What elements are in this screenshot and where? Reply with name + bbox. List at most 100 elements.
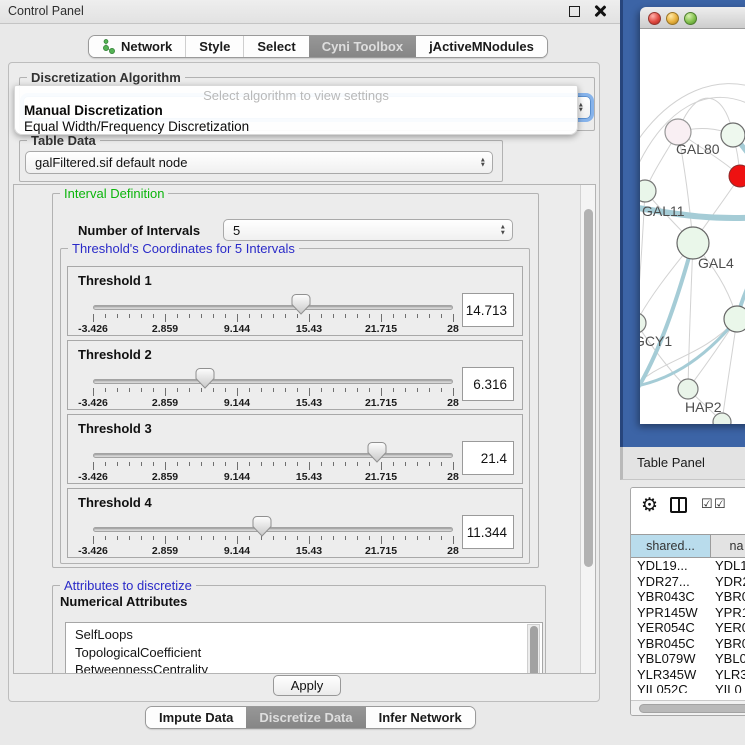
cell-shared-name[interactable]: YBR043C — [631, 589, 710, 605]
cell-name[interactable]: YLR3 — [710, 667, 745, 683]
slider-thumb[interactable] — [253, 516, 272, 537]
slider-track[interactable] — [93, 527, 453, 532]
cell-shared-name[interactable]: YDR27... — [631, 574, 710, 590]
mac-zoom-icon[interactable] — [684, 12, 697, 25]
cell-shared-name[interactable]: YBR045C — [631, 636, 710, 652]
menu-item-manual-discretization[interactable]: Manual Discretization — [15, 103, 577, 119]
threshold-value-field[interactable] — [462, 293, 514, 327]
slider-thumb[interactable] — [291, 294, 310, 315]
table-row[interactable]: YDL19...YDL1 — [631, 558, 745, 574]
panel-scrollbar-thumb[interactable] — [584, 209, 593, 567]
cell-shared-name[interactable]: YBL079W — [631, 651, 710, 667]
mac-minimize-icon[interactable] — [666, 12, 679, 25]
threshold-value-field[interactable] — [462, 441, 514, 475]
slider-track[interactable] — [93, 379, 453, 384]
thresholds-group: Threshold's Coordinates for 5 Intervals … — [60, 248, 530, 564]
list-scrollbar-thumb[interactable] — [530, 626, 538, 674]
attribute-list-item[interactable]: TopologicalCoefficient — [66, 644, 542, 662]
slider-thumb[interactable] — [195, 368, 214, 389]
node-label-gal11: GAL11 — [642, 203, 685, 219]
attribute-list-item[interactable]: SelfLoops — [66, 626, 542, 644]
tab-select[interactable]: Select — [243, 36, 308, 57]
slider-track[interactable] — [93, 305, 453, 310]
cell-name[interactable]: YBR0 — [710, 636, 745, 652]
menu-item-equal-width-frequency[interactable]: Equal Width/Frequency Discretization — [15, 119, 577, 135]
table-hscrollbar-thumb[interactable] — [639, 704, 745, 713]
panel-scrollbar[interactable] — [580, 185, 595, 673]
combo-stepper-icon: ▲▼ — [480, 157, 486, 168]
attribute-list-item[interactable]: BetweennessCentrality — [66, 661, 542, 674]
threshold-slider[interactable]: -3.4262.8599.14415.4321.71528 — [93, 415, 453, 485]
table-row[interactable]: YBL079WYBL0 — [631, 651, 745, 667]
table-row[interactable]: YIL052CYIL0 — [631, 682, 745, 693]
checkbox-icon[interactable]: ☑ — [714, 496, 726, 512]
threshold-value-field[interactable] — [462, 515, 514, 549]
network-window: GAL80 GA C GAL11 GAL4 GCY1 H HAP2 — [640, 7, 745, 424]
float-window-icon[interactable] — [569, 6, 580, 17]
table-data-combobox[interactable]: galFiltered.sif default node ▲▼ — [25, 151, 493, 174]
cell-shared-name[interactable]: YPR145W — [631, 605, 710, 621]
tab-style[interactable]: Style — [185, 36, 243, 57]
slider-tick-label: 2.859 — [152, 397, 178, 409]
threshold-slider[interactable]: -3.4262.8599.14415.4321.71528 — [93, 489, 453, 559]
threshold-slider[interactable]: -3.4262.8599.14415.4321.71528 — [93, 341, 453, 411]
tab-infer-network[interactable]: Infer Network — [366, 707, 475, 728]
cell-name[interactable]: YDL1 — [710, 558, 745, 574]
cell-shared-name[interactable]: YDL19... — [631, 558, 710, 574]
tab-network[interactable]: Network — [89, 36, 185, 57]
discretization-algorithm-title: Discretization Algorithm — [27, 70, 185, 85]
gear-icon[interactable]: ⚙ — [641, 493, 658, 519]
mac-close-icon[interactable] — [648, 12, 661, 25]
network-canvas[interactable]: GAL80 GA C GAL11 GAL4 GCY1 H HAP2 — [640, 29, 745, 424]
cell-name[interactable]: YIL0 — [710, 682, 745, 693]
cell-name[interactable]: YER0 — [710, 620, 745, 636]
list-scrollbar[interactable] — [527, 624, 540, 674]
cell-name[interactable]: YPR1 — [710, 605, 745, 621]
cell-name[interactable]: YBR0 — [710, 589, 745, 605]
number-of-intervals-value: 5 — [233, 223, 240, 238]
table-row[interactable]: YPR145WYPR1 — [631, 605, 745, 621]
table-panel-area: ⚙ ☑ ☑ shared... na YDL19...YDL1YDR27...Y… — [620, 480, 745, 745]
table-row[interactable]: YLR345WYLR3 — [631, 667, 745, 683]
tab-impute-data[interactable]: Impute Data — [146, 707, 246, 728]
node-label-gal4: GAL4 — [698, 255, 734, 271]
cell-shared-name[interactable]: YIL052C — [631, 682, 710, 693]
cell-name[interactable]: YDR2 — [710, 574, 745, 590]
cell-shared-name[interactable]: YER054C — [631, 620, 710, 636]
table-row[interactable]: YBR043CYBR0 — [631, 589, 745, 605]
table-horizontal-scrollbar[interactable] — [631, 700, 745, 716]
slider-tick-label: 28 — [447, 397, 459, 409]
numerical-attributes-list[interactable]: SelfLoopsTopologicalCoefficientBetweenne… — [65, 622, 543, 674]
interval-definition-group: Interval Definition Number of Intervals … — [52, 193, 539, 568]
column-header-name[interactable]: na — [710, 535, 745, 557]
table-row[interactable]: YBR045CYBR0 — [631, 636, 745, 652]
apply-button[interactable]: Apply — [273, 675, 341, 696]
tab-discretize-data[interactable]: Discretize Data — [246, 707, 365, 728]
slider-tick-label: 28 — [447, 323, 459, 335]
close-icon[interactable] — [594, 5, 606, 17]
node-label-gcy1: GCY1 — [640, 333, 672, 349]
column-header-shared-name[interactable]: shared... — [631, 535, 710, 557]
split-columns-icon[interactable] — [670, 497, 687, 513]
table-row[interactable]: YER054CYER0 — [631, 620, 745, 636]
tab-cyni-toolbox[interactable]: Cyni Toolbox — [309, 36, 416, 57]
slider-track[interactable] — [93, 453, 453, 458]
slider-thumb[interactable] — [368, 442, 387, 463]
cell-name[interactable]: YBL0 — [710, 651, 745, 667]
slider-tick-label: 9.144 — [224, 397, 250, 409]
slider-tick-label: 21.715 — [365, 471, 397, 483]
network-window-titlebar[interactable] — [640, 7, 745, 29]
table-row[interactable]: YDR27...YDR2 — [631, 574, 745, 590]
threshold-slider[interactable]: -3.4262.8599.14415.4321.71528 — [93, 267, 453, 337]
combo-stepper-icon: ▲▼ — [578, 102, 584, 113]
tab-jactivemnodules[interactable]: jActiveMNodules — [416, 36, 547, 57]
top-tab-bar: Network Style Select Cyni Toolbox jActiv… — [88, 35, 548, 58]
cell-shared-name[interactable]: YLR345W — [631, 667, 710, 683]
number-of-intervals-combobox[interactable]: 5 ▲▼ — [223, 219, 513, 241]
checkbox-icon[interactable]: ☑ — [701, 496, 713, 512]
cyni-toolbox-panel: Discretization Algorithm ▲▼ Select algor… — [8, 62, 600, 702]
slider-tick-label: 2.859 — [152, 471, 178, 483]
control-panel-title: Control Panel — [8, 4, 84, 18]
attributes-group: Attributes to discretize Numerical Attri… — [52, 585, 546, 674]
threshold-value-field[interactable] — [462, 367, 514, 401]
